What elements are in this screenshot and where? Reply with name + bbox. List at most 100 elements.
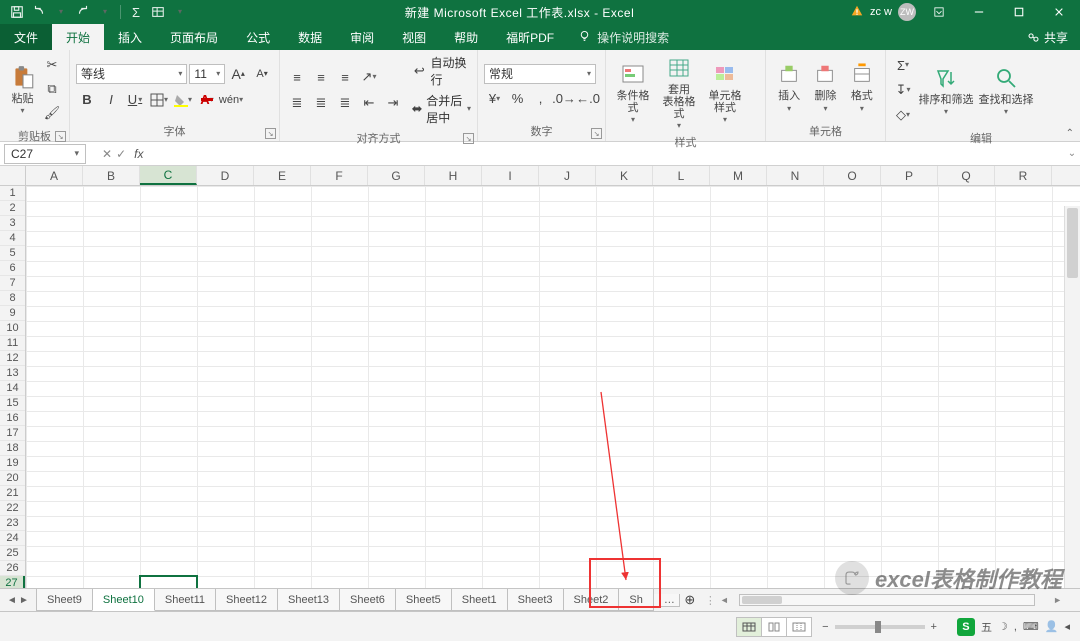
fill-color-icon[interactable]: ▾ <box>172 89 194 111</box>
tab-home[interactable]: 开始 <box>52 24 104 50</box>
fx-cancel-icon[interactable]: ✕ <box>102 147 112 161</box>
row-header[interactable]: 8 <box>0 291 25 306</box>
align-bottom-icon[interactable]: ≡ <box>334 66 356 88</box>
share-button[interactable]: 共享 <box>1015 24 1080 50</box>
tab-view[interactable]: 视图 <box>388 24 440 50</box>
format-cells-button[interactable]: 格式▾ <box>845 60 879 112</box>
fx-icon[interactable]: fx <box>130 147 147 161</box>
row-header[interactable]: 6 <box>0 261 25 276</box>
number-launcher-icon[interactable]: ↘ <box>591 128 602 139</box>
column-header[interactable]: R <box>995 166 1052 185</box>
row-header[interactable]: 18 <box>0 441 25 456</box>
column-header[interactable]: G <box>368 166 425 185</box>
font-color-icon[interactable]: A▾ <box>196 89 218 111</box>
number-format-select[interactable]: 常规▾ <box>484 64 596 84</box>
row-header[interactable]: 23 <box>0 516 25 531</box>
sheet-tab[interactable]: Sheet12 <box>215 589 278 611</box>
align-right-icon[interactable]: ≣ <box>334 92 356 114</box>
tab-file[interactable]: 文件 <box>0 24 52 50</box>
column-header[interactable]: D <box>197 166 254 185</box>
increase-font-icon[interactable]: A▴ <box>227 63 249 85</box>
dec-decimal-icon[interactable]: ←.0 <box>577 88 599 110</box>
user-avatar[interactable]: ZW <box>898 3 916 21</box>
row-header[interactable]: 12 <box>0 351 25 366</box>
zoom-slider[interactable]: − + <box>812 621 947 633</box>
row-header[interactable]: 15 <box>0 396 25 411</box>
clear-button[interactable]: ◇▾ <box>892 104 914 126</box>
copy-icon[interactable]: ⧉ <box>41 78 63 100</box>
row-header[interactable]: 4 <box>0 231 25 246</box>
row-header[interactable]: 20 <box>0 471 25 486</box>
tab-help[interactable]: 帮助 <box>440 24 492 50</box>
column-header[interactable]: I <box>482 166 539 185</box>
row-header[interactable]: 13 <box>0 366 25 381</box>
border-icon[interactable]: ▾ <box>148 89 170 111</box>
normal-view-icon[interactable] <box>736 617 762 637</box>
format-painter-icon[interactable]: 🖌 <box>41 102 63 124</box>
align-top-icon[interactable]: ≡ <box>286 66 308 88</box>
vertical-scrollbar[interactable] <box>1064 206 1080 611</box>
find-select-button[interactable]: 查找和选择▾ <box>978 64 1034 116</box>
font-launcher-icon[interactable]: ↘ <box>265 128 276 139</box>
align-left-icon[interactable]: ≣ <box>286 92 308 114</box>
paste-button[interactable]: 粘贴 ▾ <box>6 63 39 115</box>
sheet-tab[interactable]: Sheet1 <box>451 589 508 611</box>
sheet-tab[interactable]: Sheet11 <box>154 589 216 611</box>
column-header[interactable]: H <box>425 166 482 185</box>
sheet-tab[interactable]: Sheet3 <box>507 589 564 611</box>
sheet-tab[interactable]: Sheet5 <box>395 589 452 611</box>
row-header[interactable]: 16 <box>0 411 25 426</box>
percent-icon[interactable]: % <box>507 88 528 110</box>
column-header[interactable]: N <box>767 166 824 185</box>
row-header[interactable]: 1 <box>0 186 25 201</box>
row-header[interactable]: 26 <box>0 561 25 576</box>
zoom-out-icon[interactable]: − <box>822 621 828 633</box>
page-layout-view-icon[interactable] <box>761 617 787 637</box>
column-header[interactable]: Q <box>938 166 995 185</box>
sort-filter-button[interactable]: 排序和筛选▾ <box>918 64 974 116</box>
merge-center-button[interactable]: ⬌合并后居中▾ <box>410 92 471 126</box>
tell-me[interactable]: 操作说明搜索 <box>568 24 679 50</box>
alignment-launcher-icon[interactable]: ↘ <box>463 133 474 144</box>
column-header[interactable]: P <box>881 166 938 185</box>
tab-insert[interactable]: 插入 <box>104 24 156 50</box>
row-header[interactable]: 21 <box>0 486 25 501</box>
cell-styles-button[interactable]: 单元格样式▾ <box>704 60 746 124</box>
format-as-table-button[interactable]: 套用 表格格式▾ <box>658 54 700 130</box>
row-header[interactable]: 7 <box>0 276 25 291</box>
row-header[interactable]: 14 <box>0 381 25 396</box>
sheet-tab[interactable]: Sheet6 <box>339 589 396 611</box>
delete-cells-button[interactable]: 删除▾ <box>808 60 842 112</box>
undo-dropdown-icon[interactable]: ▾ <box>52 3 70 21</box>
tab-review[interactable]: 审阅 <box>336 24 388 50</box>
font-name-select[interactable]: 等线▾ <box>76 64 187 84</box>
column-header[interactable]: B <box>83 166 140 185</box>
horizontal-scrollbar[interactable] <box>739 594 1035 606</box>
ime-keyboard-icon[interactable]: ⌨ <box>1023 620 1039 633</box>
cells-area[interactable] <box>26 186 1080 611</box>
bold-icon[interactable]: B <box>76 89 98 111</box>
column-header[interactable]: J <box>539 166 596 185</box>
indent-dec-icon[interactable]: ⇤ <box>358 92 380 114</box>
row-header[interactable]: 17 <box>0 426 25 441</box>
clipboard-launcher-icon[interactable]: ↘ <box>55 131 66 142</box>
redo-icon[interactable] <box>74 3 92 21</box>
column-header[interactable]: A <box>26 166 83 185</box>
minimize-icon[interactable] <box>962 0 996 24</box>
font-size-select[interactable]: 11▾ <box>189 64 225 84</box>
column-header[interactable]: L <box>653 166 710 185</box>
tab-data[interactable]: 数据 <box>284 24 336 50</box>
redo-dropdown-icon[interactable]: ▾ <box>96 3 114 21</box>
ime-caret-icon[interactable]: ◂ <box>1064 620 1070 633</box>
sheet-tab[interactable]: Sheet13 <box>277 589 340 611</box>
row-header[interactable]: 19 <box>0 456 25 471</box>
ime-moon-icon[interactable]: ☽ <box>998 620 1008 633</box>
row-header[interactable]: 10 <box>0 321 25 336</box>
orientation-icon[interactable]: ↗▾ <box>358 66 380 88</box>
fill-button[interactable]: ↧▾ <box>892 79 914 101</box>
ribbon-options-icon[interactable] <box>922 0 956 24</box>
column-header[interactable]: O <box>824 166 881 185</box>
column-header[interactable]: M <box>710 166 767 185</box>
maximize-icon[interactable] <box>1002 0 1036 24</box>
row-header[interactable]: 25 <box>0 546 25 561</box>
